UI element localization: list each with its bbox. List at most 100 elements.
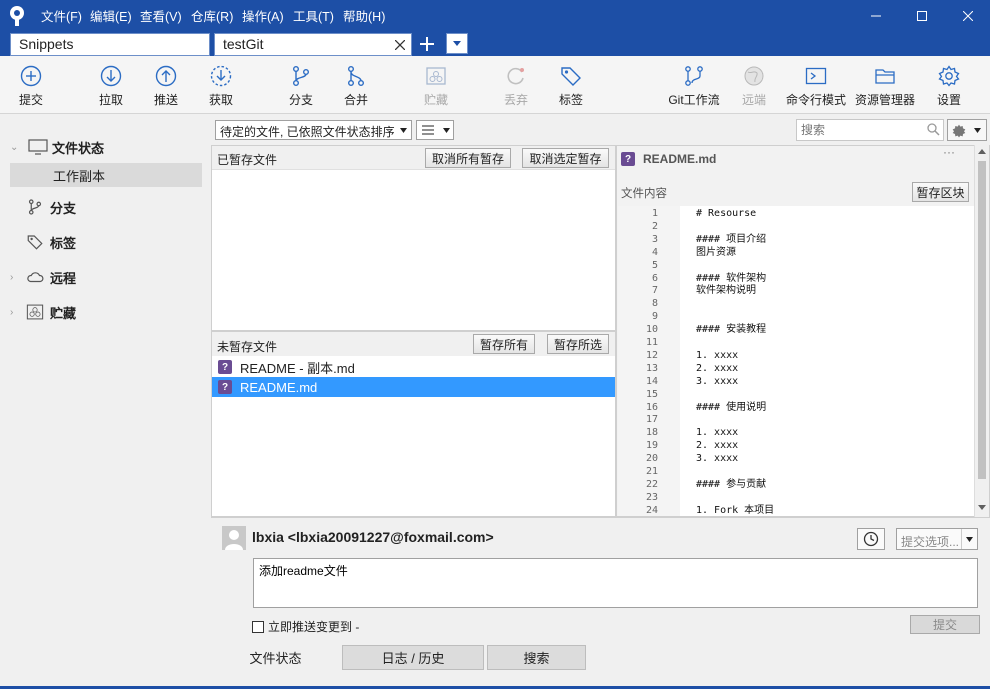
commit-message-input[interactable]: 添加readme文件	[253, 558, 978, 608]
sidebar: ⌄ 文件状态 工作副本 分支 标签 › 远程 › 贮藏	[0, 115, 210, 689]
scroll-up-icon[interactable]	[978, 149, 986, 154]
line-number: 6	[651, 272, 658, 284]
commit-options-dropdown[interactable]	[961, 529, 977, 549]
new-tab-icon[interactable]	[419, 36, 435, 52]
options-dropdown[interactable]	[947, 119, 987, 141]
main-toolbar: 提交 拉取 推送 获取 分支 合并 贮藏 丢弃 标签 Git工作流 远端 命令行…	[0, 56, 990, 114]
gitflow-button[interactable]: Git工作流	[663, 64, 725, 108]
tab-search[interactable]: 搜索	[487, 645, 586, 670]
tag-icon	[561, 67, 581, 86]
commit-options-value: 提交选项...	[901, 535, 960, 549]
menu-file[interactable]: 文件(F)	[41, 6, 82, 25]
gear-icon	[938, 65, 960, 87]
line-number: 21	[645, 466, 658, 477]
explorer-button[interactable]: 资源管理器	[852, 64, 918, 108]
code-line: # Resourse	[696, 208, 757, 219]
pull-label: 拉取	[98, 93, 123, 107]
menu-help[interactable]: 帮助(H)	[343, 6, 385, 25]
push-immediately-option[interactable]: 立即推送变更到 -	[252, 618, 359, 635]
unstage-selected-button[interactable]: 取消选定暂存	[522, 148, 609, 168]
history-button[interactable]	[857, 528, 885, 550]
line-number: 3	[651, 233, 658, 245]
menu-repository[interactable]: 仓库(R)	[191, 6, 233, 25]
push-arrow-up-icon	[155, 65, 177, 87]
file-name: README.md	[240, 379, 318, 395]
staged-title: 已暂存文件	[217, 153, 278, 167]
branch-icon	[292, 66, 309, 87]
stage-all-button[interactable]: 暂存所有	[473, 334, 535, 354]
tab-testgit[interactable]: testGit	[214, 33, 412, 56]
code-line: 1. xxxx	[696, 349, 739, 361]
scrollbar-thumb[interactable]	[978, 161, 986, 479]
sort-select-value: 待定的文件, 已依照文件状态排序	[220, 125, 395, 139]
sidebar-item-working-copy[interactable]: 工作副本	[10, 163, 202, 187]
untracked-question-icon: ?	[218, 360, 232, 374]
menu-tools[interactable]: 工具(T)	[293, 6, 334, 25]
commit-label: 提交	[18, 93, 43, 107]
discard-button[interactable]: 丢弃	[488, 64, 544, 108]
sidebar-item-label: 工作副本	[53, 168, 106, 184]
file-content-label: 文件内容	[621, 188, 667, 200]
sidebar-item-remotes[interactable]: › 远程	[10, 265, 202, 289]
commit-options-select[interactable]: 提交选项...	[896, 528, 978, 550]
menu-view[interactable]: 查看(V)	[140, 6, 182, 25]
fetch-button[interactable]: 获取	[193, 64, 249, 108]
branch-button[interactable]: 分支	[273, 64, 329, 108]
list-item-selected[interactable]: ? README.md	[212, 377, 615, 397]
line-number: 12	[645, 349, 658, 361]
sidebar-item-branches[interactable]: 分支	[10, 195, 202, 219]
sidebar-item-label: 标签	[50, 235, 77, 251]
explorer-label: 资源管理器	[854, 93, 915, 107]
stage-selected-button[interactable]: 暂存所选	[547, 334, 609, 354]
commit-submit-button[interactable]: 提交	[910, 615, 980, 634]
search-input[interactable]	[796, 119, 944, 141]
sidebar-item-tags[interactable]: 标签	[10, 230, 202, 254]
fetch-label: 获取	[208, 93, 233, 107]
sidebar-item-stashes[interactable]: › 贮藏	[10, 300, 202, 324]
code-line: #### 参与贡献	[696, 478, 767, 490]
line-number: 10	[645, 324, 658, 336]
tab-snippets[interactable]: Snippets	[10, 33, 210, 56]
minimize-button[interactable]	[853, 0, 899, 32]
view-mode-select[interactable]	[416, 120, 454, 140]
tab-list-dropdown[interactable]	[446, 33, 468, 54]
sidebar-item-file-status[interactable]: ⌄ 文件状态	[10, 135, 202, 159]
settings-button[interactable]: 设置	[921, 64, 977, 108]
stash-label: 贮藏	[423, 93, 448, 107]
line-number: 23	[645, 491, 658, 503]
close-tab-icon[interactable]	[395, 40, 405, 50]
line-number: 16	[645, 401, 658, 413]
push-immediately-checkbox[interactable]	[252, 620, 264, 633]
more-options-icon[interactable]: ···	[943, 145, 955, 159]
sidebar-item-label: 贮藏	[50, 305, 77, 321]
tab-log-history[interactable]: 日志 / 历史	[342, 645, 484, 670]
tab-file-status[interactable]: 文件状态	[212, 645, 339, 670]
stage-hunk-button[interactable]: 暂存区块	[912, 182, 969, 202]
scroll-down-icon[interactable]	[978, 505, 986, 510]
chevron-down-icon: ⌄	[10, 141, 19, 153]
remote-button[interactable]: 远端	[726, 64, 782, 108]
cloud-icon	[27, 272, 44, 283]
menu-edit[interactable]: 编辑(E)	[90, 6, 132, 25]
commit-plus-icon	[20, 65, 42, 87]
stash-button[interactable]: 贮藏	[408, 64, 464, 108]
file-name: README - 副本.md	[240, 360, 355, 376]
gitflow-icon	[685, 66, 703, 86]
list-item[interactable]: ? README - 副本.md	[212, 357, 615, 377]
close-button[interactable]	[945, 0, 990, 32]
commit-button[interactable]: 提交	[3, 64, 59, 108]
pull-button[interactable]: 拉取	[83, 64, 139, 108]
push-button[interactable]: 推送	[138, 64, 194, 108]
merge-button[interactable]: 合并	[328, 64, 384, 108]
terminal-button[interactable]: 命令行模式	[783, 64, 849, 108]
unstage-all-button[interactable]: 取消所有暂存	[425, 148, 511, 168]
tag-button[interactable]: 标签	[543, 64, 599, 108]
search-icon	[927, 123, 940, 136]
maximize-button[interactable]	[899, 0, 945, 32]
menu-actions[interactable]: 操作(A)	[242, 6, 284, 25]
sort-select[interactable]: 待定的文件, 已依照文件状态排序	[215, 120, 412, 140]
author-name: lbxia <lbxia20091227@foxmail.com>	[252, 529, 494, 545]
diff-scrollbar[interactable]	[974, 145, 989, 517]
code-line: 3. xxxx	[696, 453, 739, 465]
line-number: 20	[645, 453, 658, 465]
